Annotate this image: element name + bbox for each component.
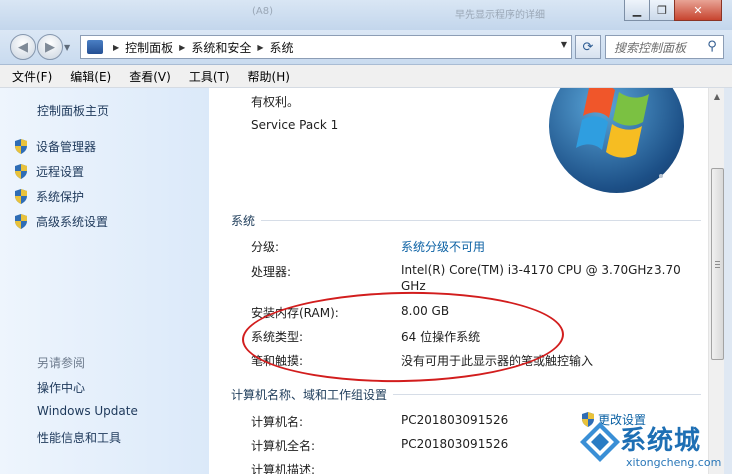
computer-name-value: PC201803091526 [401,413,509,427]
minimize-button[interactable]: ▁ [624,0,650,21]
ghost-title-left: (A8) [252,6,274,17]
system-type-label: 系统类型: [251,330,304,344]
maximize-button[interactable]: ❐ [649,0,675,21]
performance-tools-link[interactable]: 性能信息和工具 [37,429,121,446]
control-panel-home-link[interactable]: 控制面板主页 [37,102,109,119]
uac-shield-icon [15,214,27,229]
processor-unit: GHz [401,279,426,293]
rating-label: 分级: [251,240,280,254]
system-protection-link[interactable]: 系统保护 [14,188,84,205]
title-bar: (A8) 早先显示程序的详细 ▁ ❐ ✕ [0,0,732,30]
scroll-up-icon[interactable]: ▲ [709,88,725,104]
menu-help[interactable]: 帮助(H) [242,68,296,85]
menu-edit[interactable]: 编辑(E) [64,68,117,85]
computer-name-label: 计算机名: [251,415,304,429]
grip-line [715,261,720,262]
full-computer-name-label: 计算机全名: [251,439,316,453]
vertical-scrollbar[interactable]: ▲ [708,88,725,474]
forward-button[interactable]: ▶ [37,34,63,60]
breadcrumb-separator-icon[interactable]: ▶ [179,43,185,52]
full-computer-name-value: PC201803091526 [401,437,509,451]
scrollbar-thumb[interactable] [711,168,724,360]
back-button[interactable]: ◀ [10,34,36,60]
system-type-value: 64 位操作系统 [401,330,481,344]
pen-touch-label: 笔和触摸: [251,354,304,368]
processor-value: Intel(R) Core(TM) i3-4170 CPU @ 3.70GHz [401,263,653,277]
remote-settings-link[interactable]: 远程设置 [14,163,84,180]
ram-value: 8.00 GB [401,304,450,318]
refresh-icon: ⟳ [582,39,594,55]
minimize-icon: ▁ [632,3,642,17]
forward-arrow-icon: ▶ [45,39,55,55]
pen-touch-value: 没有可用于此显示器的笔或触控输入 [401,354,594,368]
nav-task-label: 远程设置 [36,165,85,179]
computer-description-label: 计算机描述: [251,463,316,474]
menu-view[interactable]: 查看(V) [123,68,177,85]
search-input[interactable] [612,38,706,58]
back-arrow-icon: ◀ [18,39,28,55]
computer-name-section-title: 计算机名称、域和工作组设置 [231,388,388,402]
menu-file[interactable]: 文件(F) [6,68,58,85]
history-dropdown-icon[interactable]: ▼ [64,43,70,52]
section-divider [393,394,701,395]
grip-line [715,267,720,268]
menu-tools[interactable]: 工具(T) [183,68,236,85]
windows-update-link[interactable]: Windows Update [37,404,138,418]
main-content: 有权利。 Service Pack 1 系统 分级: 系统分级不可用 处理器: … [209,88,708,474]
control-panel-icon [87,40,103,54]
windows-flag-icon [576,88,649,158]
grip-line [715,264,720,265]
close-icon: ✕ [693,3,703,17]
system-section-title: 系统 [231,214,256,228]
close-button[interactable]: ✕ [674,0,722,21]
copyright-text: 有权利。 [251,95,300,109]
see-also-heading: 另请参阅 [37,356,86,370]
navigation-bar: ◀ ▶ ▼ ▶ 控制面板 ▶ 系统和安全 ▶ 系统 ▼ ⟳ ⚲ [0,30,732,65]
refresh-button[interactable]: ⟳ [575,35,601,59]
ghost-title-right: 早先显示程序的详细 [455,10,545,21]
menu-bar: 文件(F) 编辑(E) 查看(V) 工具(T) 帮助(H) [0,65,732,88]
search-icon[interactable]: ⚲ [704,38,720,54]
uac-shield-icon [15,189,27,204]
processor-label: 处理器: [251,265,292,279]
breadcrumb-control-panel[interactable]: 控制面板 [125,39,173,56]
uac-shield-icon [15,164,27,179]
advanced-system-settings-link[interactable]: 高级系统设置 [14,213,108,230]
address-bar[interactable]: ▶ 控制面板 ▶ 系统和安全 ▶ 系统 ▼ [80,35,572,59]
search-box[interactable]: ⚲ [605,35,724,59]
address-dropdown-icon[interactable]: ▼ [561,40,567,49]
nav-task-label: 高级系统设置 [36,215,109,229]
restore-icon: ❐ [657,3,667,17]
breadcrumb-system-security[interactable]: 系统和安全 [191,39,251,56]
decorative-dot [659,174,663,178]
watermark-diamond-icon [580,422,620,462]
left-nav-pane: 控制面板主页 设备管理器 远程设置 系统保护 高级系统设置 另请参阅 操作中心 … [0,88,209,474]
breadcrumb-separator-icon[interactable]: ▶ [257,43,263,52]
windows-logo [549,88,684,193]
rating-link[interactable]: 系统分级不可用 [401,238,485,255]
watermark-url: xitongcheng.com [626,456,722,469]
watermark-text: 系统城 [620,426,702,456]
processor-speed: 3.70 [654,263,681,277]
action-center-link[interactable]: 操作中心 [37,379,85,396]
watermark: 系统城 xitongcheng.com [580,420,730,474]
breadcrumb-separator-icon[interactable]: ▶ [113,43,119,52]
nav-task-label: 设备管理器 [36,140,97,154]
nav-task-label: 系统保护 [36,190,85,204]
breadcrumb-system[interactable]: 系统 [270,39,294,56]
uac-shield-icon [15,139,27,154]
service-pack-text: Service Pack 1 [251,118,339,132]
device-manager-link[interactable]: 设备管理器 [14,138,96,155]
section-divider [261,220,701,221]
ram-label: 安装内存(RAM): [251,306,339,320]
window-frame-right [724,88,732,474]
